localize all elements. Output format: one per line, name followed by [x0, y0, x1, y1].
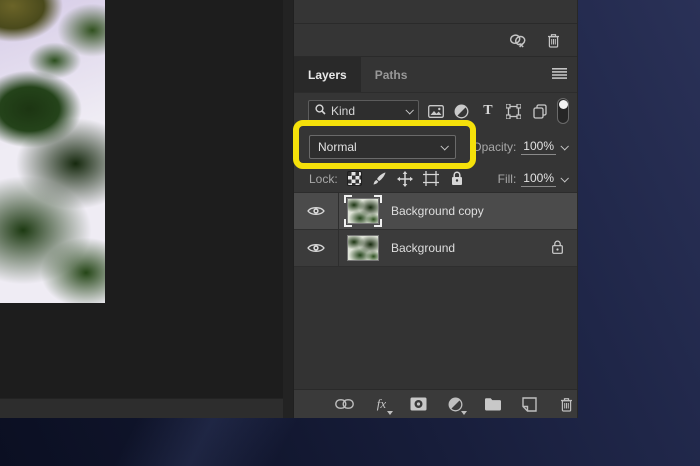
- lock-label: Lock:: [309, 171, 338, 186]
- layer-filter-row: Kind T: [294, 93, 577, 129]
- opacity-label: Opacity:: [472, 140, 517, 154]
- panel-tab-bar: Layers Paths: [294, 57, 577, 93]
- layer-name[interactable]: Background: [391, 241, 455, 255]
- shape-layer-filter-icon[interactable]: [505, 101, 523, 121]
- panel-menu-icon[interactable]: [552, 67, 567, 82]
- adjustment-layer-icon[interactable]: [446, 395, 467, 415]
- delete-layer-icon[interactable]: [557, 395, 577, 413]
- fill-control[interactable]: Fill: 100%: [497, 171, 569, 187]
- visibility-cell[interactable]: [294, 230, 339, 266]
- opacity-control[interactable]: Opacity: 100%: [472, 139, 569, 155]
- chevron-down-icon[interactable]: [560, 173, 569, 183]
- lock-all-icon[interactable]: [449, 170, 466, 187]
- fill-value[interactable]: 100%: [521, 171, 556, 187]
- unlink-icon[interactable]: [508, 31, 528, 49]
- search-icon: [315, 104, 326, 118]
- filter-kind-label: Kind: [331, 104, 356, 118]
- upper-panel-footer: [294, 24, 577, 57]
- layer-row-background[interactable]: Background: [294, 230, 577, 267]
- layer-name[interactable]: Background copy: [391, 204, 484, 218]
- filter-kind-select[interactable]: Kind: [308, 100, 419, 122]
- lock-transparent-icon[interactable]: [346, 171, 362, 186]
- fill-label: Fill:: [497, 171, 517, 186]
- layer-locked-icon: [552, 240, 563, 257]
- app-frame: [283, 0, 293, 418]
- trash-icon[interactable]: [543, 31, 563, 49]
- chevron-down-icon: [405, 106, 414, 115]
- toggle-knob: [559, 100, 569, 109]
- lock-pixels-icon[interactable]: [371, 170, 388, 187]
- blend-mode-select[interactable]: Normal: [309, 135, 456, 159]
- lock-position-icon[interactable]: [397, 170, 414, 187]
- chevron-down-icon[interactable]: [560, 142, 569, 151]
- new-group-icon[interactable]: [483, 395, 503, 413]
- upper-panel-area: [294, 0, 577, 24]
- window-status-bar: [0, 398, 283, 418]
- opacity-value[interactable]: 100%: [521, 139, 556, 155]
- layer-thumbnail[interactable]: [344, 195, 382, 227]
- chevron-down-icon: [440, 142, 449, 151]
- layer-thumbnail[interactable]: [346, 234, 380, 262]
- type-layer-filter-icon[interactable]: T: [479, 101, 497, 121]
- layer-thumbnail-image: [347, 235, 379, 261]
- blend-mode-value: Normal: [318, 140, 357, 154]
- tab-paths-label: Paths: [374, 67, 408, 82]
- visibility-cell[interactable]: [294, 193, 339, 229]
- lock-artboard-icon[interactable]: [423, 170, 440, 187]
- layers-panel: Layers Paths Kind T Normal Opacity: 100%…: [293, 0, 578, 418]
- lock-row: Lock: Fill: 100%: [294, 165, 577, 193]
- layers-panel-footer: fx: [294, 389, 577, 418]
- photo-foliage: [0, 0, 105, 303]
- new-layer-icon[interactable]: [520, 395, 540, 413]
- tab-paths[interactable]: Paths: [361, 57, 422, 92]
- document-canvas[interactable]: [0, 0, 283, 418]
- layers-list-empty-area[interactable]: [294, 267, 577, 389]
- fx-label: fx: [376, 396, 387, 411]
- blend-mode-row: Normal Opacity: 100%: [293, 120, 577, 169]
- eye-icon: [307, 207, 325, 215]
- eye-icon: [307, 244, 325, 252]
- tab-layers-label: Layers: [308, 67, 347, 82]
- layer-row-background-copy[interactable]: Background copy: [294, 193, 577, 230]
- layer-mask-icon[interactable]: [409, 395, 429, 413]
- layer-style-icon[interactable]: fx: [372, 395, 393, 415]
- smart-object-filter-icon[interactable]: [531, 101, 549, 121]
- pixel-layer-filter-icon[interactable]: [427, 101, 445, 121]
- link-layers-icon[interactable]: [335, 395, 355, 413]
- adjustment-layer-filter-icon[interactable]: [453, 101, 471, 121]
- filter-toggle[interactable]: [557, 98, 570, 124]
- tab-layers[interactable]: Layers: [294, 57, 361, 92]
